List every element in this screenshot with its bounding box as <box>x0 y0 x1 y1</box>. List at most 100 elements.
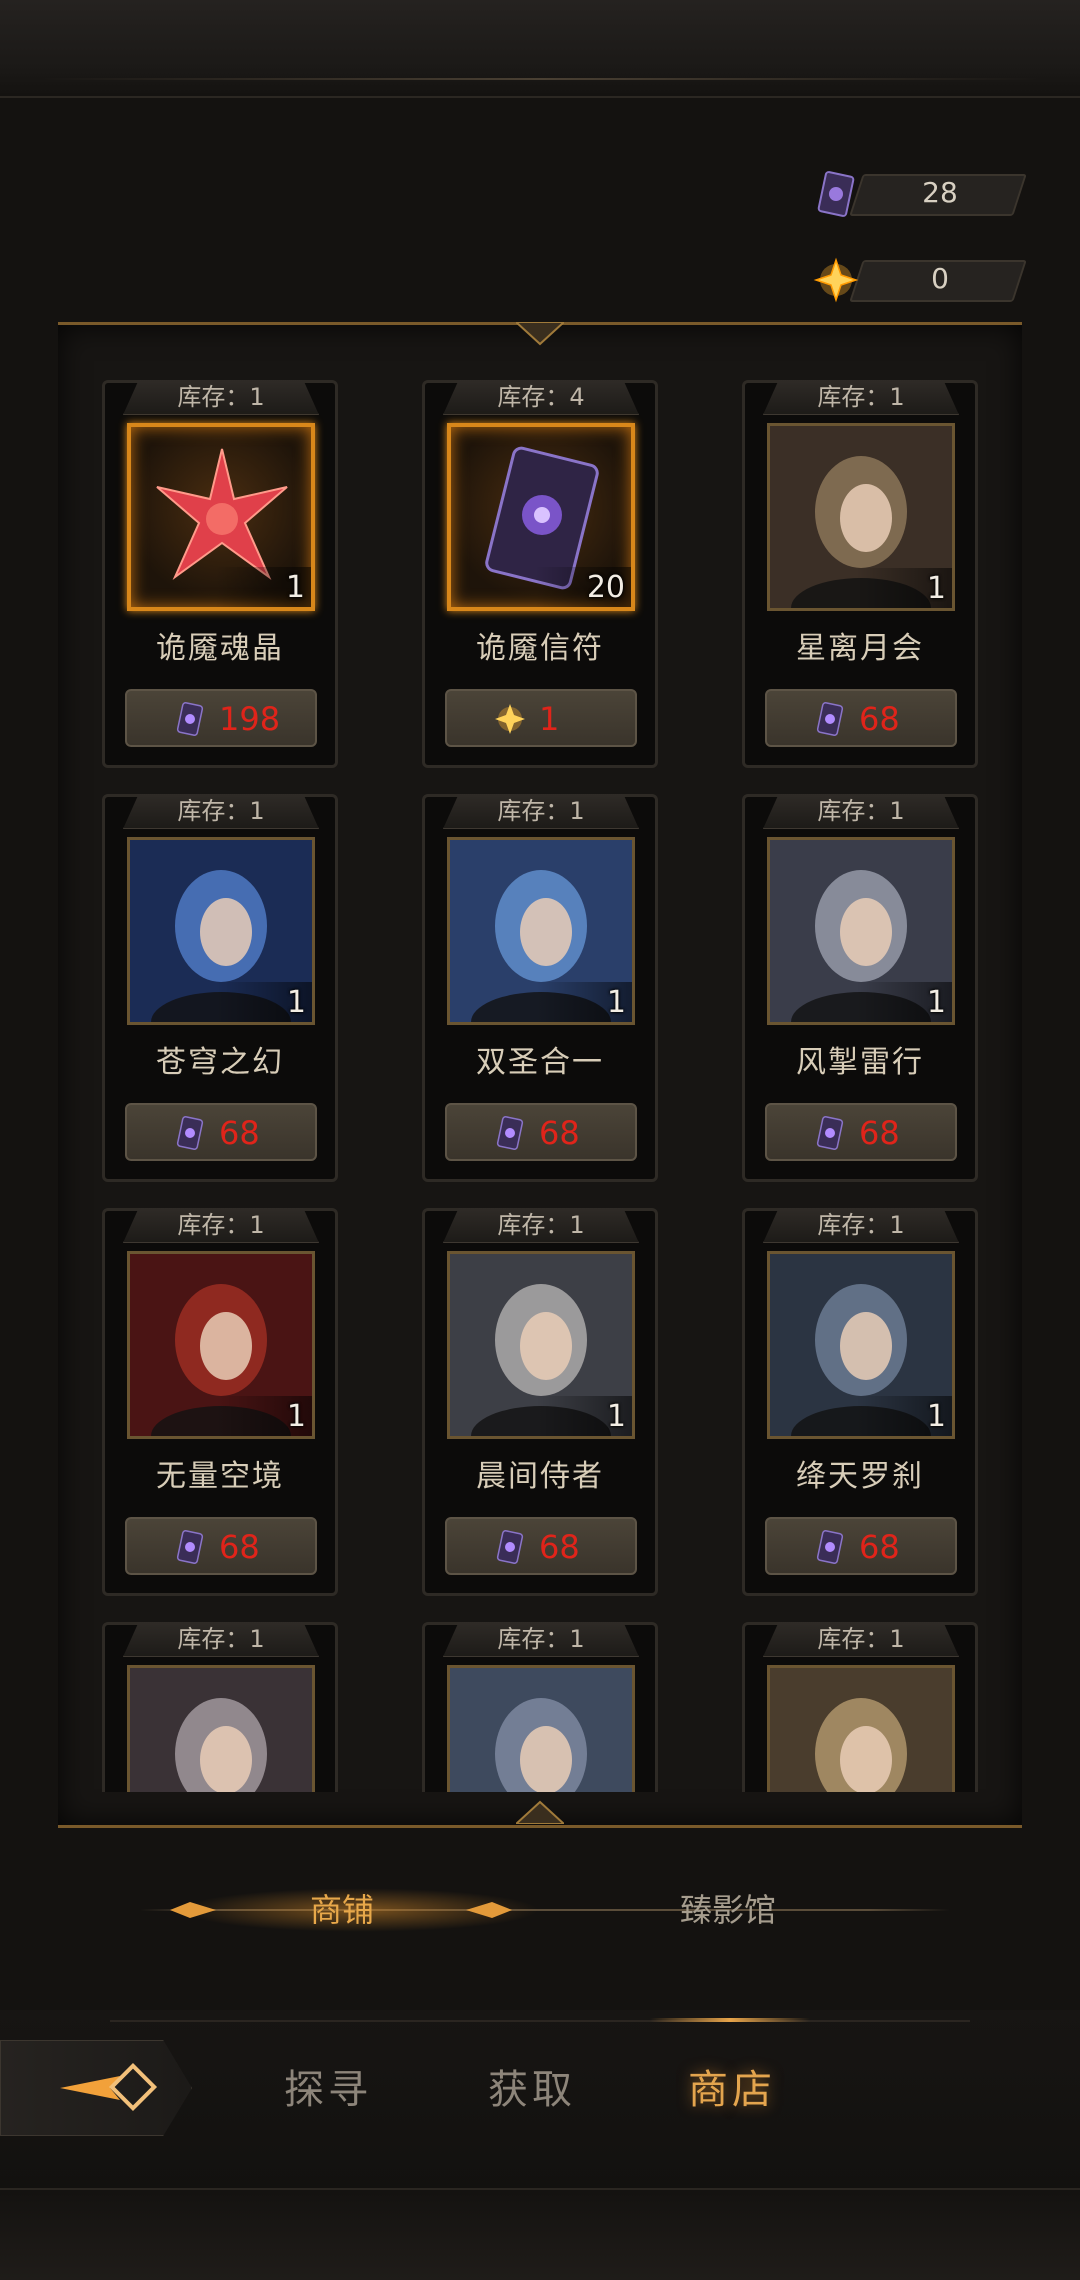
demon-card-currency-counter: 28 <box>810 171 1027 217</box>
character-portrait-icon <box>770 1668 952 1792</box>
demon-card-price-icon <box>816 1530 844 1564</box>
shop-item-card[interactable]: 库存：1 <box>422 1622 658 1792</box>
shop-item-card[interactable]: 库存：1 <box>742 1622 978 1792</box>
item-name: 诡魇魂晶 <box>156 631 284 666</box>
shop-item-card[interactable]: 库存：1 1 风掣雷行 68 <box>742 794 978 1182</box>
buy-button[interactable]: 68 <box>125 1517 317 1575</box>
star-currency-counter: 0 <box>810 257 1027 303</box>
item-name: 晨间侍者 <box>476 1459 604 1494</box>
item-thumbnail[interactable]: 1 <box>127 837 315 1025</box>
item-quantity: 1 <box>606 1399 626 1434</box>
item-thumbnail[interactable]: 1 <box>447 1251 635 1439</box>
stock-label: 库存：1 <box>123 1208 319 1243</box>
buy-button[interactable]: 198 <box>125 689 317 747</box>
price-value: 68 <box>859 1114 900 1152</box>
buy-button[interactable]: 68 <box>445 1103 637 1161</box>
item-thumbnail[interactable]: 1 <box>127 423 315 611</box>
item-thumbnail[interactable]: 1 <box>767 423 955 611</box>
buy-button[interactable]: 1 <box>445 689 637 747</box>
demon-card-price-icon <box>176 1530 204 1564</box>
demon-card-currency-value: 28 <box>922 176 958 209</box>
nav-obtain[interactable]: 获取 <box>488 2060 576 2120</box>
item-name: 绛天罗刹 <box>796 1459 924 1494</box>
shop-item-card[interactable]: 库存：1 1 双圣合一 68 <box>422 794 658 1182</box>
stock-label: 库存：1 <box>763 794 959 829</box>
price-value: 1 <box>539 700 560 738</box>
item-thumbnail[interactable]: 1 <box>447 837 635 1025</box>
price-value: 68 <box>219 1528 260 1566</box>
item-name: 无量空境 <box>156 1459 284 1494</box>
buy-button[interactable]: 68 <box>765 1517 957 1575</box>
stock-label: 库存：1 <box>123 380 319 415</box>
shop-item-card[interactable]: 库存：1 1 无量空境 68 <box>102 1208 338 1596</box>
item-thumbnail[interactable] <box>447 1665 635 1792</box>
demon-card-price-icon <box>816 1116 844 1150</box>
tab-left-ornament-icon <box>170 1902 216 1918</box>
item-thumbnail[interactable]: 1 <box>767 837 955 1025</box>
shop-item-card[interactable]: 库存：4 20 诡魇信符 1 <box>422 380 658 768</box>
demon-card-icon <box>817 171 855 217</box>
price-value: 68 <box>539 1114 580 1152</box>
shop-tabs: 商铺 臻影馆 <box>140 1880 950 1940</box>
buy-button[interactable]: 68 <box>765 1103 957 1161</box>
demon-card-price-icon <box>816 702 844 736</box>
price-value: 68 <box>859 700 900 738</box>
buy-button[interactable]: 68 <box>445 1517 637 1575</box>
item-quantity: 1 <box>285 570 305 605</box>
item-name: 苍穹之幻 <box>156 1045 284 1080</box>
stock-label: 库存：1 <box>443 1622 639 1657</box>
star-price-icon <box>495 704 525 734</box>
item-thumbnail[interactable]: 1 <box>767 1251 955 1439</box>
item-name: 风掣雷行 <box>796 1045 924 1080</box>
tab-right-ornament-icon <box>466 1902 512 1918</box>
demon-card-price-icon <box>176 702 204 736</box>
nav-explore[interactable]: 探寻 <box>284 2060 372 2120</box>
item-name: 星离月会 <box>796 631 924 666</box>
item-quantity: 1 <box>286 1399 306 1434</box>
item-thumbnail[interactable] <box>767 1665 955 1792</box>
stock-label: 库存：1 <box>123 794 319 829</box>
shop-item-card[interactable]: 库存：1 <box>102 1622 338 1792</box>
item-grid[interactable]: 库存：1 1 诡魇魂晶 198 库存：4 20 诡魇信符 1 库存：1 1 星离月会 68 库存：1 1 苍… <box>102 380 978 1792</box>
item-thumbnail[interactable] <box>127 1665 315 1792</box>
back-arrow-icon[interactable] <box>58 2058 158 2118</box>
item-quantity: 1 <box>926 571 946 606</box>
shop-item-card[interactable]: 库存：1 1 诡魇魂晶 198 <box>102 380 338 768</box>
top-ornament <box>0 0 1080 98</box>
item-quantity: 1 <box>606 985 626 1020</box>
stock-label: 库存：1 <box>763 1622 959 1657</box>
stock-label: 库存：1 <box>123 1622 319 1657</box>
tab-shop[interactable]: 商铺 <box>310 1884 374 1936</box>
item-name: 诡魇信符 <box>476 631 604 666</box>
item-quantity: 1 <box>926 1399 946 1434</box>
item-quantity: 1 <box>926 985 946 1020</box>
price-value: 68 <box>539 1528 580 1566</box>
shop-item-card[interactable]: 库存：1 1 晨间侍者 68 <box>422 1208 658 1596</box>
character-portrait-icon <box>130 1668 312 1792</box>
demon-card-price-icon <box>496 1116 524 1150</box>
tab-gallery[interactable]: 臻影馆 <box>680 1884 776 1936</box>
price-value: 198 <box>219 700 281 738</box>
shop-item-card[interactable]: 库存：1 1 苍穹之幻 68 <box>102 794 338 1182</box>
shop-item-card[interactable]: 库存：1 1 星离月会 68 <box>742 380 978 768</box>
buy-button[interactable]: 68 <box>765 689 957 747</box>
panel-bottom-ornament <box>516 1800 564 1824</box>
star-currency-value: 0 <box>931 262 949 295</box>
shop-item-card[interactable]: 库存：1 1 绛天罗刹 68 <box>742 1208 978 1596</box>
stock-label: 库存：1 <box>443 794 639 829</box>
price-value: 68 <box>859 1528 900 1566</box>
stock-label: 库存：4 <box>443 380 639 415</box>
buy-button[interactable]: 68 <box>125 1103 317 1161</box>
nav-store[interactable]: 商店 <box>688 2060 776 2120</box>
item-name: 双圣合一 <box>476 1045 604 1080</box>
demon-card-price-icon <box>496 1530 524 1564</box>
item-thumbnail[interactable]: 20 <box>447 423 635 611</box>
stock-label: 库存：1 <box>443 1208 639 1243</box>
demon-card-price-icon <box>176 1116 204 1150</box>
stock-label: 库存：1 <box>763 380 959 415</box>
character-portrait-icon <box>450 1668 632 1792</box>
item-quantity: 1 <box>286 985 306 1020</box>
item-thumbnail[interactable]: 1 <box>127 1251 315 1439</box>
bottom-ornament <box>0 2188 1080 2280</box>
panel-top-ornament <box>516 322 564 346</box>
